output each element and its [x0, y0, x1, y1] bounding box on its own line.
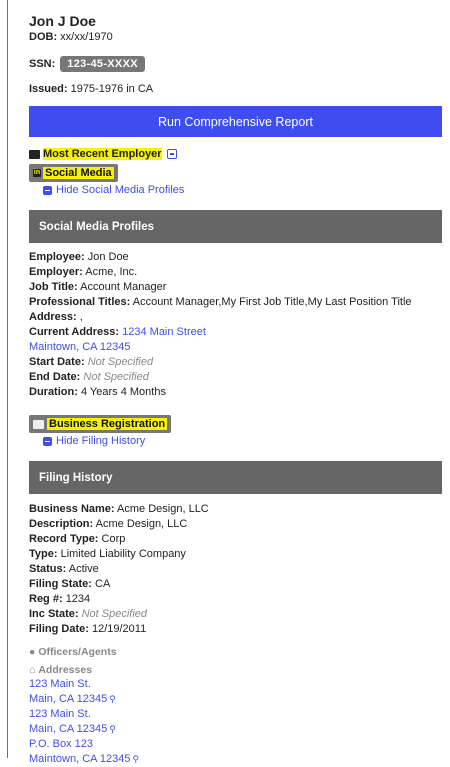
field-label: Employer:: [29, 266, 83, 278]
field-label: Professional Titles:: [29, 296, 131, 308]
filing-state-value: CA: [95, 578, 111, 590]
issued-label: Issued:: [29, 83, 68, 95]
field-label: Reg #:: [29, 593, 63, 605]
business-registration-label: Business Registration: [47, 418, 168, 430]
addresses-label: Addresses: [38, 664, 93, 676]
duration-value: 4 Years 4 Months: [80, 386, 166, 398]
social-media-panel-body: Employee: Jon Doe Employer: Acme, Inc. J…: [29, 250, 450, 400]
issued-value: 1975-1976 in CA: [70, 83, 154, 95]
home-icon: ⌂: [29, 664, 36, 676]
description-value: Acme Design, LLC: [95, 518, 188, 530]
business-registration-pill[interactable]: Business Registration: [29, 415, 172, 433]
social-media-label: Social Media: [43, 167, 114, 179]
field-label: Record Type:: [29, 533, 99, 545]
filing-date-value: 12/19/2011: [91, 623, 147, 635]
filing-history-panel-header: Filing History: [29, 461, 442, 494]
dob-label: DOB:: [29, 31, 58, 43]
left-border: [7, 0, 8, 758]
address-city[interactable]: Main, CA 12345: [29, 693, 107, 705]
profile-content: Jon J Doe DOB: xx/xx/1970 SSN: 123-45-XX…: [29, 0, 450, 767]
type-value: Limited Liability Company: [60, 548, 186, 560]
officers-agents-label: Officers/Agents: [38, 646, 117, 658]
address-list: 123 Main St. Main, CA 12345 ⚲ 123 Main St…: [29, 677, 450, 767]
start-date-value: Not Specified: [87, 356, 154, 368]
end-date-value: Not Specified: [83, 371, 149, 383]
field-label: Business Name:: [29, 503, 115, 515]
field-label: Start Date:: [29, 356, 85, 368]
hide-filing-history-link[interactable]: Hide Filing History: [43, 435, 450, 447]
field-label: Type:: [29, 548, 58, 560]
field-label: Description:: [29, 518, 94, 530]
hide-filing-history-label: Hide Filing History: [56, 435, 146, 447]
current-address-link[interactable]: 1234 Main Street: [122, 326, 206, 338]
most-recent-employer-label: Most Recent Employer: [43, 148, 162, 160]
filing-history-panel-body: Business Name: Acme Design, LLC Descript…: [29, 502, 450, 767]
field-label: Employee:: [29, 251, 85, 263]
expand-icon[interactable]: [166, 149, 177, 159]
record-type-value: Corp: [101, 533, 126, 545]
address-line[interactable]: 123 Main St.: [29, 708, 91, 720]
field-label: Address:: [29, 311, 77, 323]
social-media-panel-header: Social Media Profiles: [29, 210, 442, 243]
professional-titles-value: Account Manager,My First Job Title,My La…: [132, 296, 412, 308]
hide-social-media-link[interactable]: Hide Social Media Profiles: [43, 184, 450, 196]
employer-value: Acme, Inc.: [85, 266, 138, 278]
hide-social-media-label: Hide Social Media Profiles: [56, 184, 185, 196]
field-label: Current Address:: [29, 326, 120, 338]
person-name: Jon J Doe: [29, 13, 96, 29]
map-pin-icon[interactable]: ⚲: [109, 694, 116, 704]
map-pin-icon[interactable]: ⚲: [133, 754, 140, 764]
address-city[interactable]: Main, CA 12345: [29, 723, 107, 735]
field-label: Status:: [29, 563, 67, 575]
address-line[interactable]: P.O. Box 123: [29, 738, 93, 750]
dob-row: DOB: xx/xx/1970: [29, 30, 450, 45]
business-name-value: Acme Design, LLC: [117, 503, 209, 515]
address-city[interactable]: Maintown, CA 12345: [29, 753, 131, 765]
inc-state-value: Not Specified: [81, 608, 148, 620]
field-label: Duration:: [29, 386, 78, 398]
field-label: End Date:: [29, 371, 81, 383]
reg-value: 1234: [65, 593, 91, 605]
field-label: Job Title:: [29, 281, 78, 293]
job-title-value: Account Manager: [80, 281, 167, 293]
map-pin-icon[interactable]: ⚲: [109, 724, 116, 734]
ssn-label: SSN:: [29, 58, 56, 70]
field-label: Filing Date:: [29, 623, 89, 635]
dob-value: xx/xx/1970: [60, 31, 113, 43]
ssn-row: SSN: 123-45-XXXX: [29, 54, 450, 74]
issued-row: Issued: 1975-1976 in CA: [29, 82, 450, 97]
field-label: Filing State:: [29, 578, 92, 590]
field-label: Inc State:: [29, 608, 79, 620]
briefcase-icon: [29, 149, 40, 159]
briefcase-icon: [33, 419, 44, 429]
collapse-icon: [43, 185, 52, 195]
collapse-icon: [43, 436, 52, 446]
run-report-button[interactable]: Run Comprehensive Report: [29, 106, 442, 137]
most-recent-employer-row: Most Recent Employer: [29, 147, 450, 161]
address-value: ,: [79, 311, 83, 323]
officers-agents-heading: ● Officers/Agents: [29, 646, 450, 658]
social-media-pill[interactable]: in Social Media: [29, 164, 118, 182]
linkedin-icon: in: [33, 169, 41, 177]
status-value: Active: [68, 563, 99, 575]
addresses-heading: ⌂ Addresses: [29, 664, 450, 676]
ssn-badge: 123-45-XXXX: [60, 56, 145, 72]
current-address-city-link[interactable]: Maintown, CA 12345: [29, 341, 131, 353]
user-icon: ●: [29, 646, 36, 658]
employee-value: Jon Doe: [87, 251, 129, 263]
address-line[interactable]: 123 Main St.: [29, 678, 91, 690]
